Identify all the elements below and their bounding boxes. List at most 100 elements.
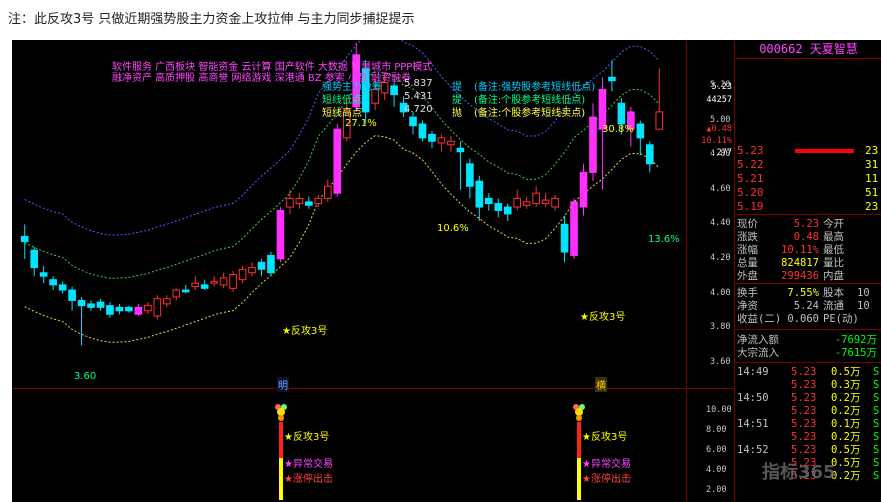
- trade-row: 5.23 0.2万 S: [735, 431, 881, 444]
- candle-body[interactable]: [323, 185, 332, 199]
- trade-f: S: [873, 470, 880, 482]
- divider: [735, 329, 881, 330]
- candle-body[interactable]: [257, 261, 266, 270]
- candle-body[interactable]: [475, 180, 484, 208]
- candle-body[interactable]: [49, 279, 57, 286]
- candle-body[interactable]: [522, 201, 531, 206]
- candle-body[interactable]: [134, 306, 143, 315]
- candle-body[interactable]: [295, 197, 304, 205]
- trade-f: S: [873, 418, 880, 430]
- candle-body[interactable]: [229, 273, 237, 289]
- candle-body[interactable]: [238, 268, 247, 281]
- orderbook-price: 5.20: [737, 186, 764, 199]
- candle-body[interactable]: [39, 272, 48, 277]
- candle-body[interactable]: [532, 192, 540, 205]
- candle-body[interactable]: [125, 306, 133, 312]
- candle-body[interactable]: [494, 203, 503, 211]
- candle-body[interactable]: [68, 289, 76, 301]
- quote-value: 5.24: [793, 300, 819, 312]
- candle-body[interactable]: [513, 197, 522, 208]
- candle-body[interactable]: [153, 298, 162, 317]
- candle-body[interactable]: [655, 111, 664, 130]
- trade-v: 0.2万: [831, 392, 861, 404]
- candle-body[interactable]: [333, 128, 342, 194]
- candle-body[interactable]: [409, 116, 417, 127]
- candle-body[interactable]: [267, 254, 275, 274]
- candle-body[interactable]: [162, 298, 171, 305]
- candle-body[interactable]: [210, 280, 218, 284]
- candle-body[interactable]: [589, 116, 597, 173]
- candle-body[interactable]: [551, 197, 559, 208]
- orderbook-volume: 11: [865, 172, 879, 185]
- trade-v: 0.3万: [831, 379, 861, 391]
- quote-label: 股本: [823, 287, 844, 299]
- quote-label: 量比: [823, 257, 844, 269]
- candle-body[interactable]: [115, 306, 124, 312]
- candle-body[interactable]: [144, 305, 152, 312]
- price-tick: 3.60: [710, 356, 731, 367]
- candle-body[interactable]: [276, 209, 285, 260]
- flow-value: -7615万: [834, 347, 877, 359]
- quote-label: 现价: [737, 218, 758, 230]
- candle-body[interactable]: [503, 206, 512, 215]
- trade-p: 5.23: [791, 405, 817, 417]
- candle-body[interactable]: [484, 197, 493, 205]
- candle-body[interactable]: [466, 163, 474, 187]
- candle-body[interactable]: [219, 277, 228, 286]
- trade-row: 14:52 5.23 0.5万 S: [735, 444, 881, 457]
- candle-body[interactable]: [181, 289, 190, 293]
- pct-label: 30.8%: [602, 124, 634, 135]
- divider: [735, 283, 881, 284]
- candle-body[interactable]: [248, 267, 256, 274]
- candle-body[interactable]: [617, 102, 626, 125]
- candle-body[interactable]: [200, 284, 209, 289]
- candle-body[interactable]: [305, 201, 313, 206]
- candle-body[interactable]: [560, 223, 569, 253]
- signal-legend-label: ★涨停出击: [284, 474, 333, 485]
- trade-f: S: [873, 431, 880, 443]
- trade-p: 5.23: [791, 379, 817, 391]
- candle-body[interactable]: [636, 123, 645, 139]
- candle-body[interactable]: [314, 197, 323, 205]
- candle-body[interactable]: [418, 123, 427, 139]
- candle-body[interactable]: [96, 301, 105, 308]
- candle-body[interactable]: [20, 235, 29, 243]
- signal-column-right: [573, 404, 585, 500]
- candle-body[interactable]: [456, 147, 465, 153]
- orderbook-row: 5.20 51: [735, 186, 881, 200]
- candle-body[interactable]: [106, 305, 114, 315]
- signal-subchart[interactable]: [12, 390, 734, 502]
- candle-body[interactable]: [172, 289, 181, 298]
- divider: [735, 214, 881, 215]
- candle-body[interactable]: [87, 303, 95, 308]
- candle-body[interactable]: [191, 282, 200, 288]
- candle-body[interactable]: [645, 144, 654, 165]
- price-tick: 4.00: [710, 287, 731, 298]
- candle-body[interactable]: [608, 76, 616, 82]
- trade-row: 14:49 5.23 0.5万 S: [735, 366, 881, 379]
- candle-body[interactable]: [579, 171, 588, 208]
- sub-tick: 4.00: [706, 465, 727, 475]
- candle-body[interactable]: [390, 85, 398, 96]
- candle-body[interactable]: [541, 199, 550, 205]
- candle-body[interactable]: [428, 133, 436, 142]
- candle-body[interactable]: [58, 284, 67, 291]
- signal-legend-label: ★涨停出击: [582, 474, 631, 485]
- indicator-value: 5.431: [404, 91, 433, 102]
- orderbook-volume: 51: [865, 186, 879, 199]
- trade-p: 5.23: [791, 431, 817, 443]
- candle-body[interactable]: [437, 137, 446, 144]
- trade-v: 0.2万: [831, 405, 861, 417]
- quote-value: 10: [857, 300, 870, 312]
- candle-body[interactable]: [30, 249, 39, 269]
- stock-title[interactable]: 000662 天夏智慧: [735, 40, 881, 59]
- signal-label: ★反攻3号: [580, 312, 626, 323]
- sub-tick: 2.00: [706, 485, 727, 495]
- candle-body[interactable]: [77, 299, 86, 307]
- trade-f: S: [873, 392, 880, 404]
- quote-row: 净资 5.24 流通 10: [735, 300, 881, 313]
- candle-body[interactable]: [286, 197, 294, 208]
- candle-body[interactable]: [570, 201, 578, 256]
- candle-body[interactable]: [447, 140, 455, 146]
- candle-body[interactable]: [380, 81, 389, 94]
